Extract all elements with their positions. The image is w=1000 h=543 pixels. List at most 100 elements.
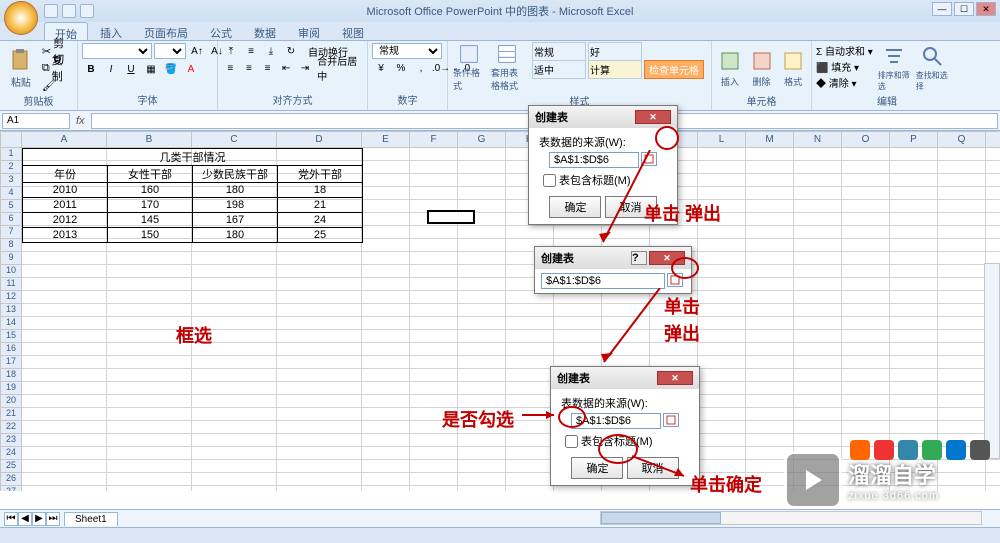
cell[interactable] (362, 447, 410, 460)
cell[interactable] (22, 278, 107, 291)
cell[interactable] (938, 265, 986, 278)
fill-button[interactable]: ⬛ 填充 ▾ (816, 59, 873, 74)
cell[interactable] (746, 395, 794, 408)
cell[interactable] (554, 343, 602, 356)
cell[interactable] (362, 421, 410, 434)
cell[interactable] (602, 486, 650, 491)
fill-color-button[interactable]: 🪣 (162, 61, 180, 77)
cell[interactable] (890, 278, 938, 291)
cell[interactable] (506, 434, 554, 447)
font-color-button[interactable]: A (182, 61, 200, 77)
cell[interactable] (277, 369, 362, 382)
cell[interactable] (458, 213, 506, 226)
cell[interactable] (277, 252, 362, 265)
cell[interactable] (22, 304, 107, 317)
minimize-button[interactable]: — (932, 2, 952, 16)
align-right-icon[interactable]: ≡ (259, 60, 276, 76)
tab-view[interactable]: 视图 (332, 22, 374, 40)
row-header[interactable]: 11 (0, 278, 22, 291)
cell[interactable] (698, 486, 746, 491)
cell[interactable] (938, 382, 986, 395)
cell[interactable] (458, 187, 506, 200)
cell[interactable] (277, 473, 362, 486)
row-header[interactable]: 26 (0, 473, 22, 486)
cell[interactable] (890, 317, 938, 330)
cell[interactable] (192, 369, 277, 382)
cell[interactable] (107, 460, 192, 473)
cell[interactable] (794, 395, 842, 408)
cell[interactable] (746, 239, 794, 252)
cell[interactable] (794, 148, 842, 161)
cell[interactable] (277, 382, 362, 395)
row-header[interactable]: 5 (0, 200, 22, 213)
column-header[interactable]: F (410, 131, 458, 148)
cell[interactable] (746, 265, 794, 278)
style-calc[interactable]: 计算 (588, 60, 642, 79)
cell[interactable] (602, 304, 650, 317)
cell[interactable] (842, 356, 890, 369)
cell[interactable] (986, 187, 1000, 200)
cell[interactable] (554, 226, 602, 239)
cell[interactable] (277, 343, 362, 356)
cell[interactable] (277, 356, 362, 369)
cell[interactable] (890, 200, 938, 213)
cell[interactable] (362, 382, 410, 395)
row-header[interactable]: 21 (0, 408, 22, 421)
cell[interactable] (362, 408, 410, 421)
cell[interactable] (794, 252, 842, 265)
dialog3-headers-checkbox[interactable]: 表包含标题(M) (565, 433, 689, 449)
cell[interactable] (842, 330, 890, 343)
cell[interactable] (890, 343, 938, 356)
cell[interactable] (192, 434, 277, 447)
cell[interactable] (506, 486, 554, 491)
cell[interactable] (192, 421, 277, 434)
cell[interactable] (506, 421, 554, 434)
cell[interactable] (794, 174, 842, 187)
row-header[interactable]: 19 (0, 382, 22, 395)
sheet-nav-prev[interactable]: ◀ (18, 512, 32, 526)
cell[interactable] (698, 434, 746, 447)
cell[interactable] (362, 486, 410, 491)
row-header[interactable]: 22 (0, 421, 22, 434)
cell[interactable] (506, 304, 554, 317)
cell[interactable] (842, 265, 890, 278)
cell[interactable] (794, 369, 842, 382)
tab-insert[interactable]: 插入 (90, 22, 132, 40)
cell[interactable] (986, 239, 1000, 252)
column-header[interactable]: E (362, 131, 410, 148)
cell[interactable] (107, 369, 192, 382)
cell[interactable] (698, 447, 746, 460)
cell[interactable] (650, 330, 698, 343)
cell[interactable] (410, 486, 458, 491)
cell[interactable] (794, 161, 842, 174)
dialog3-range-input[interactable] (571, 413, 661, 429)
cell[interactable] (107, 473, 192, 486)
cell[interactable] (107, 278, 192, 291)
column-header[interactable]: O (842, 131, 890, 148)
cell[interactable] (698, 343, 746, 356)
cell[interactable] (794, 317, 842, 330)
dialog1-cancel-button[interactable]: 取消 (605, 196, 657, 218)
cell[interactable] (746, 330, 794, 343)
align-left-icon[interactable]: ≡ (222, 60, 239, 76)
column-header[interactable]: Q (938, 131, 986, 148)
cell[interactable] (362, 356, 410, 369)
column-header[interactable]: A (22, 131, 107, 148)
align-bottom-icon[interactable]: ⤓ (262, 43, 280, 59)
cell[interactable] (410, 161, 458, 174)
cell[interactable] (698, 356, 746, 369)
merge-center-button[interactable]: 合并后居中 (317, 53, 363, 83)
cell[interactable] (362, 395, 410, 408)
cell[interactable] (107, 330, 192, 343)
row-header[interactable]: 1 (0, 148, 22, 161)
cell[interactable] (698, 304, 746, 317)
align-top-icon[interactable]: ⤒ (222, 43, 240, 59)
cell[interactable] (22, 252, 107, 265)
cell[interactable] (650, 343, 698, 356)
cell[interactable] (794, 408, 842, 421)
cell[interactable] (410, 265, 458, 278)
cell[interactable] (746, 382, 794, 395)
cell[interactable] (362, 226, 410, 239)
cell[interactable] (22, 447, 107, 460)
cell[interactable] (698, 408, 746, 421)
